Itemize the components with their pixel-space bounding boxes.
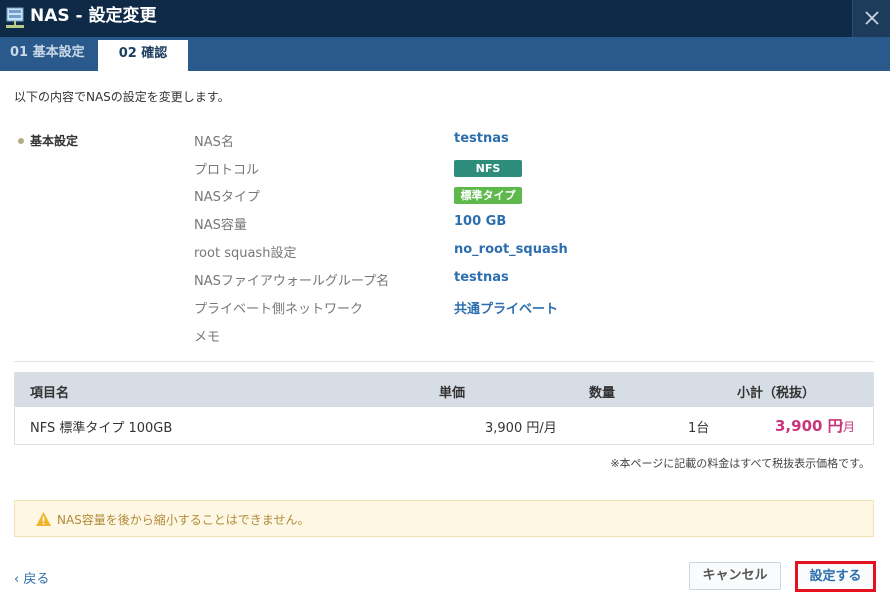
bullet-icon <box>18 137 24 144</box>
protocol-badge: NFS <box>454 160 522 177</box>
divider <box>14 361 874 362</box>
intro-text: 以下の内容でNASの設定を変更します。 <box>14 90 230 104</box>
tab-confirm[interactable]: 02 確認 <box>98 37 188 71</box>
row-subtotal: 3,900 円 <box>775 417 843 435</box>
step-tabs: 01 基本設定 02 確認 <box>0 37 890 71</box>
field-value-firewall-group: testnas <box>454 270 509 285</box>
field-label-memo: メモ <box>194 330 221 345</box>
section-label: 基本設定 <box>18 132 78 149</box>
field-label-root-squash: root squash設定 <box>194 246 297 261</box>
tab-basic-settings[interactable]: 01 基本設定 <box>0 37 98 71</box>
row-item-name: NFS 標準タイプ 100GB <box>30 421 173 436</box>
field-value-private-network: 共通プライベート <box>454 302 559 317</box>
field-value-capacity: 100 GB <box>454 214 507 229</box>
nas-icon <box>6 7 24 28</box>
field-label-firewall-group: NASファイアウォールグループ名 <box>194 274 390 289</box>
field-label-nas-name: NAS名 <box>194 135 234 150</box>
header-quantity: 数量 <box>589 386 616 401</box>
tax-note: ※本ページに記載の料金はすべて税抜表示価格です。 <box>610 457 870 470</box>
warning-banner: NAS容量を後から縮小することはできません。 <box>14 500 874 537</box>
field-label-protocol: プロトコル <box>194 163 260 178</box>
cancel-button[interactable]: キャンセル <box>689 562 781 590</box>
row-subtotal-unit: /月 <box>839 420 856 434</box>
price-table-header: 項目名 単価 数量 小計（税抜） <box>15 373 873 407</box>
field-label-capacity: NAS容量 <box>194 218 247 233</box>
field-label-nas-type: NASタイプ <box>194 190 260 205</box>
chevron-left-icon: ‹ <box>14 572 24 587</box>
warning-text: NAS容量を後から縮小することはできません。 <box>57 513 310 527</box>
window-title: NAS - 設定変更 <box>30 6 157 26</box>
window-titlebar: NAS - 設定変更 <box>0 0 890 37</box>
header-subtotal: 小計（税抜） <box>737 386 816 401</box>
close-icon <box>865 11 879 25</box>
field-label-private-network: プライベート側ネットワーク <box>194 302 364 317</box>
submit-button[interactable]: 設定する <box>795 561 876 592</box>
price-table: 項目名 単価 数量 小計（税抜） NFS 標準タイプ 100GB 3,900 円… <box>14 372 874 445</box>
back-link[interactable]: ‹ 戻る <box>14 568 49 587</box>
header-unit-price: 単価 <box>439 386 466 401</box>
row-unit-price: 3,900 円/月 <box>485 421 557 436</box>
row-quantity: 1台 <box>688 421 710 436</box>
close-button[interactable] <box>852 0 890 37</box>
nas-type-badge: 標準タイプ <box>454 187 522 204</box>
field-value-nas-name: testnas <box>454 131 509 146</box>
warning-icon <box>36 512 51 526</box>
field-value-root-squash: no_root_squash <box>454 242 568 257</box>
header-item-name: 項目名 <box>30 386 70 401</box>
